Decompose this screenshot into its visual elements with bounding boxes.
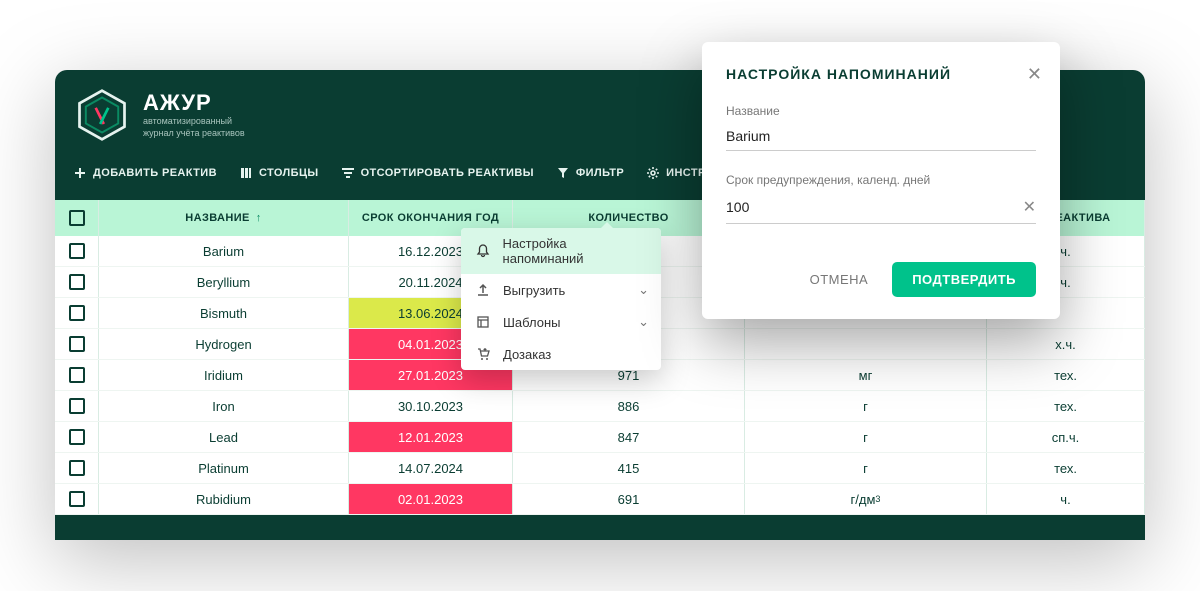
templates-icon — [475, 314, 491, 330]
row-checkbox[interactable] — [55, 236, 99, 266]
dropdown-reminders-label: Настройка напоминаний — [503, 236, 647, 266]
row-checkbox[interactable] — [55, 453, 99, 483]
row-checkbox[interactable] — [55, 329, 99, 359]
columns-icon — [239, 166, 253, 180]
brand-subtitle-2: журнал учёта реактивов — [143, 128, 245, 140]
add-label: ДОБАВИТЬ РЕАКТИВ — [93, 167, 217, 179]
name-input[interactable]: Barium — [726, 124, 1036, 151]
select-all-header[interactable] — [55, 200, 99, 236]
brand-subtitle-1: автоматизированный — [143, 116, 245, 128]
days-input[interactable]: 100 ✕ — [726, 193, 1036, 224]
table-row[interactable]: Rubidium02.01.2023691г/дм3ч. — [55, 484, 1145, 515]
row-checkbox[interactable] — [55, 298, 99, 328]
sort-label: ОТСОРТИРОВАТЬ РЕАКТИВЫ — [361, 167, 534, 179]
plus-icon — [73, 166, 87, 180]
dropdown-reminders[interactable]: Настройка напоминаний — [461, 228, 661, 274]
chevron-down-icon: ⌄ — [638, 314, 649, 330]
row-checkbox[interactable] — [55, 422, 99, 452]
sort-asc-icon: ↑ — [256, 212, 262, 224]
bell-icon — [475, 243, 491, 259]
filter-icon — [556, 166, 570, 180]
dropdown-templates-label: Шаблоны — [503, 315, 561, 330]
row-checkbox[interactable] — [55, 484, 99, 514]
row-checkbox[interactable] — [55, 391, 99, 421]
dropdown-export[interactable]: Выгрузить ⌄ — [461, 274, 661, 306]
cell-name: Rubidium — [99, 484, 349, 514]
tools-dropdown: Настройка напоминаний Выгрузить ⌄ Шаблон… — [461, 228, 661, 370]
dropdown-reorder-label: Дозаказ — [503, 347, 551, 362]
clear-icon[interactable]: ✕ — [1023, 197, 1036, 217]
columns-label: СТОЛБЦЫ — [259, 167, 319, 179]
cell-name: Iridium — [99, 360, 349, 390]
cell-qty: 847 — [513, 422, 745, 452]
cell-type: тех. — [987, 360, 1145, 390]
dropdown-templates[interactable]: Шаблоны ⌄ — [461, 306, 661, 338]
close-icon[interactable]: ✕ — [1027, 64, 1042, 85]
confirm-button[interactable]: ПОДТВЕРДИТЬ — [892, 262, 1036, 297]
chevron-down-icon: ⌄ — [638, 282, 649, 298]
gear-icon — [646, 166, 660, 180]
cell-qty: 691 — [513, 484, 745, 514]
cell-name: Iron — [99, 391, 349, 421]
name-field: Название Barium — [726, 104, 1036, 151]
table-row[interactable]: Iron30.10.2023886гтех. — [55, 391, 1145, 422]
dropdown-export-label: Выгрузить — [503, 283, 565, 298]
filter-label: ФИЛЬТР — [576, 167, 624, 179]
modal-actions: ОТМЕНА ПОДТВЕРДИТЬ — [726, 262, 1036, 297]
cell-date: 14.07.2024 — [349, 453, 513, 483]
cell-type: тех. — [987, 391, 1145, 421]
add-reagent-button[interactable]: ДОБАВИТЬ РЕАКТИВ — [69, 162, 221, 184]
cell-name: Barium — [99, 236, 349, 266]
days-label: Срок предупреждения, календ. дней — [726, 173, 1036, 187]
column-name[interactable]: НАЗВАНИЕ↑ — [99, 200, 349, 236]
name-label: Название — [726, 104, 1036, 118]
cell-type: сп.ч. — [987, 422, 1145, 452]
filter-button[interactable]: ФИЛЬТР — [552, 162, 628, 184]
cell-qty: 886 — [513, 391, 745, 421]
cell-type: ч. — [987, 484, 1145, 514]
cell-date: 30.10.2023 — [349, 391, 513, 421]
cell-name: Beryllium — [99, 267, 349, 297]
dropdown-reorder[interactable]: Дозаказ — [461, 338, 661, 370]
cell-date: 02.01.2023 — [349, 484, 513, 514]
modal-title: НАСТРОЙКА НАПОМИНАНИЙ — [726, 66, 1036, 82]
days-field: Срок предупреждения, календ. дней 100 ✕ — [726, 173, 1036, 224]
sort-icon — [341, 166, 355, 180]
cart-icon — [475, 346, 491, 362]
cell-type: х.ч. — [987, 329, 1145, 359]
row-checkbox[interactable] — [55, 267, 99, 297]
cell-name: Platinum — [99, 453, 349, 483]
table-row[interactable]: Platinum14.07.2024415гтех. — [55, 453, 1145, 484]
brand: АЖУР автоматизированный журнал учёта реа… — [143, 90, 245, 139]
table-row[interactable]: Lead12.01.2023847гсп.ч. — [55, 422, 1145, 453]
upload-icon — [475, 282, 491, 298]
cell-unit: г — [745, 453, 987, 483]
cell-type: тех. — [987, 453, 1145, 483]
columns-button[interactable]: СТОЛБЦЫ — [235, 162, 323, 184]
cell-qty: 415 — [513, 453, 745, 483]
cell-name: Bismuth — [99, 298, 349, 328]
cell-date: 12.01.2023 — [349, 422, 513, 452]
cell-unit — [745, 329, 987, 359]
cell-unit: г/дм3 — [745, 484, 987, 514]
reminder-settings-modal: НАСТРОЙКА НАПОМИНАНИЙ ✕ Название Barium … — [702, 42, 1060, 319]
logo-icon — [75, 88, 129, 142]
sort-button[interactable]: ОТСОРТИРОВАТЬ РЕАКТИВЫ — [337, 162, 538, 184]
row-checkbox[interactable] — [55, 360, 99, 390]
cell-unit: г — [745, 391, 987, 421]
cancel-button[interactable]: ОТМЕНА — [810, 272, 869, 287]
cell-unit: мг — [745, 360, 987, 390]
cell-name: Hydrogen — [99, 329, 349, 359]
brand-title: АЖУР — [143, 90, 245, 116]
cell-unit: г — [745, 422, 987, 452]
cell-name: Lead — [99, 422, 349, 452]
